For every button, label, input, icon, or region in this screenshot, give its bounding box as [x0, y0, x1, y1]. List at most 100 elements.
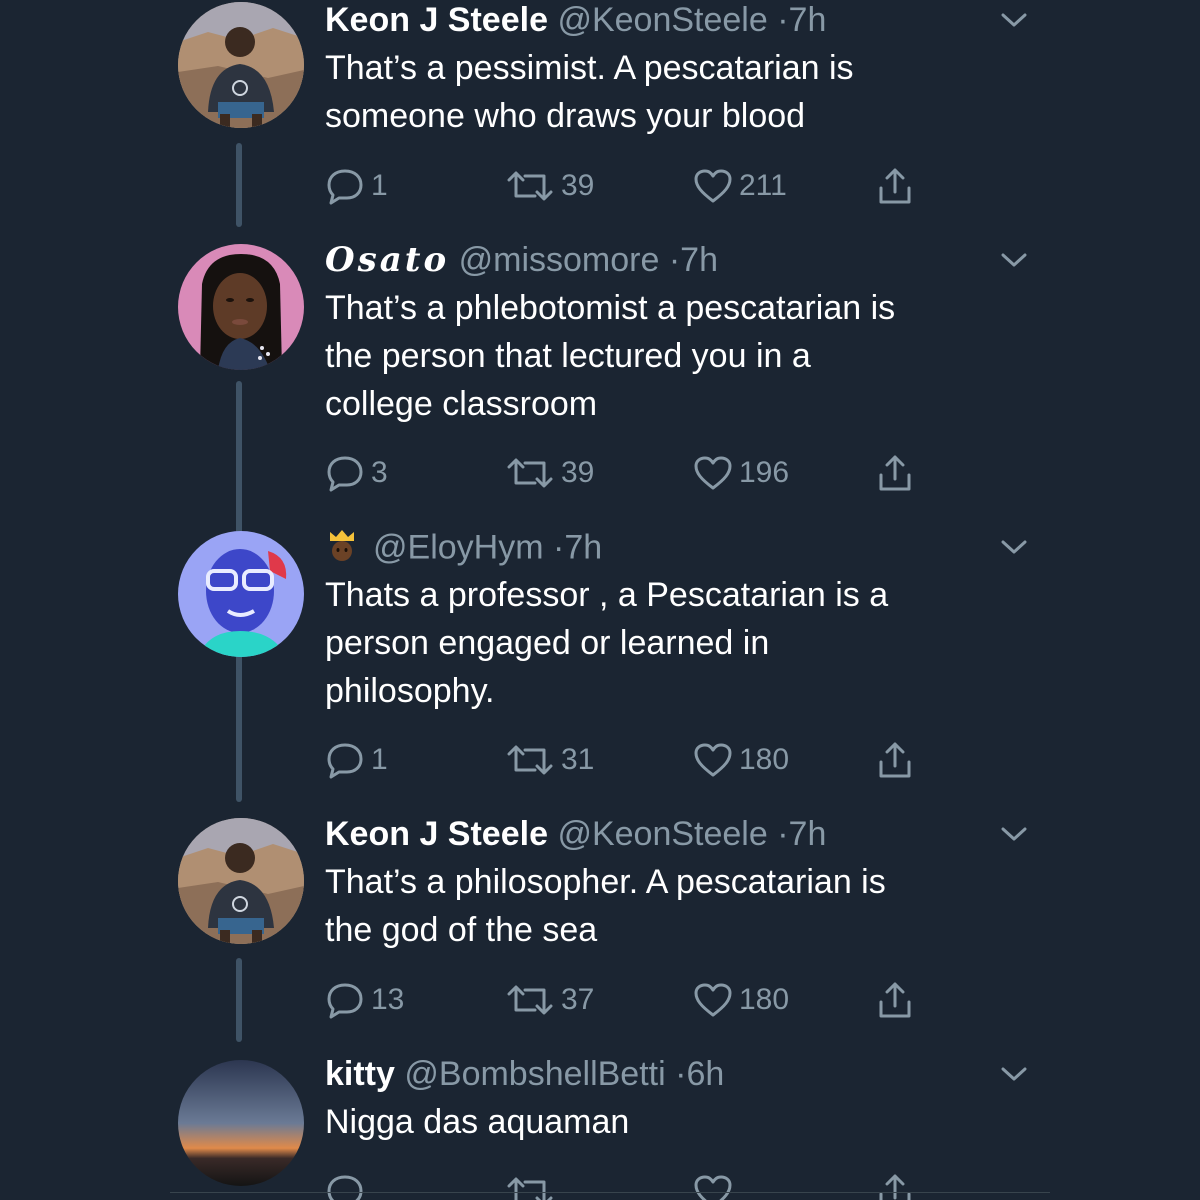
reply-button[interactable]: 13: [325, 980, 404, 1020]
display-name[interactable]: kitty: [325, 1055, 395, 1093]
tweet-header: Osato @missomore ·7h: [325, 240, 718, 280]
share-icon: [879, 742, 911, 778]
heart-icon: [694, 456, 732, 490]
chevron-down-icon[interactable]: [1000, 1064, 1028, 1084]
tweet-text-line: That’s a philosopher. A pescatarian is: [325, 863, 886, 901]
tweet-text-line: Nigga das aquaman: [325, 1103, 630, 1141]
tweet-header: kitty @BombshellBetti ·6h: [325, 1054, 724, 1094]
tweet-text-line: the person that lectured you in a: [325, 337, 811, 375]
avatar[interactable]: [178, 1060, 304, 1186]
thread-line: [236, 143, 242, 227]
share-button[interactable]: [875, 1172, 915, 1200]
handle[interactable]: @KeonSteele: [557, 815, 767, 853]
display-name[interactable]: Keon J Steele: [325, 815, 548, 853]
avatar[interactable]: [178, 531, 304, 657]
reply-button[interactable]: 3: [325, 453, 388, 493]
retweet-count: 37: [561, 983, 595, 1016]
retweet-icon: [507, 171, 553, 201]
handle[interactable]: @EloyHym: [373, 528, 544, 566]
retweet-icon: [507, 1177, 553, 1200]
like-button[interactable]: 180: [693, 980, 789, 1020]
divider: [170, 1192, 1050, 1193]
share-button[interactable]: [875, 453, 915, 493]
tweet-header: Keon J Steele @KeonSteele ·7h: [325, 814, 826, 854]
handle[interactable]: @KeonSteele: [557, 1, 767, 39]
tweet-text-line: philosophy.: [325, 672, 495, 710]
tweet-text-line: Thats a professor , a Pescatarian is a: [325, 576, 889, 614]
heart-icon: [694, 983, 732, 1017]
timestamp[interactable]: 6h: [686, 1055, 724, 1093]
chevron-down-icon[interactable]: [1000, 10, 1028, 30]
reply-button[interactable]: 1: [325, 166, 388, 206]
reply-count: 1: [371, 743, 388, 776]
like-button[interactable]: 211: [693, 166, 787, 206]
retweet-button[interactable]: 39: [505, 453, 594, 493]
share-button[interactable]: [875, 980, 915, 1020]
reply-count: 13: [371, 983, 405, 1016]
tweet-text: Nigga das aquaman: [325, 1098, 1025, 1146]
separator-dot: ·: [777, 815, 789, 853]
reply-count: 3: [371, 456, 388, 489]
share-icon: [879, 982, 911, 1018]
retweet-icon: [507, 458, 553, 488]
heart-icon: [694, 743, 732, 777]
avatar[interactable]: [178, 244, 304, 370]
separator-dot: ·: [777, 1, 789, 39]
tweet-header: Keon J Steele @KeonSteele ·7h: [325, 0, 826, 40]
tweet-thread: Keon J Steele @KeonSteele ·7h That’s a p…: [0, 0, 1200, 1200]
retweet-count: 39: [561, 169, 595, 202]
tweet-text: That’s a phlebotomist a pescatarian is t…: [325, 284, 1025, 428]
reply-icon: [327, 983, 363, 1019]
retweet-button[interactable]: 31: [505, 740, 594, 780]
share-icon: [879, 455, 911, 491]
retweet-icon: [507, 745, 553, 775]
tweet-actions: 1 39 211: [325, 166, 945, 206]
reply-icon: [327, 1175, 363, 1200]
display-name[interactable]: Keon J Steele: [325, 1, 548, 39]
share-icon: [879, 1174, 911, 1200]
chevron-down-icon[interactable]: [1000, 250, 1028, 270]
retweet-count: 31: [561, 743, 595, 776]
tweet-actions: [325, 1172, 945, 1200]
reply-button[interactable]: 1: [325, 740, 388, 780]
retweet-count: 39: [561, 456, 595, 489]
like-count: 196: [739, 456, 790, 489]
handle[interactable]: @BombshellBetti: [404, 1055, 665, 1093]
share-button[interactable]: [875, 166, 915, 206]
crown-emoji-icon: [325, 527, 359, 572]
timestamp[interactable]: 7h: [680, 241, 718, 279]
tweet[interactable]: kitty @BombshellBetti ·6h Nigga das aqua…: [0, 1054, 1200, 1200]
reply-icon: [327, 743, 363, 779]
like-button[interactable]: 196: [693, 453, 789, 493]
separator-dot: ·: [675, 1055, 687, 1093]
tweet-header: @EloyHym ·7h: [325, 527, 602, 567]
reply-count: 1: [371, 169, 388, 202]
tweet-text-line: someone who draws your blood: [325, 97, 806, 135]
share-icon: [879, 168, 911, 204]
display-name[interactable]: Osato: [325, 240, 449, 280]
tweet-text: That’s a pessimist. A pescatarian is som…: [325, 44, 1025, 140]
timestamp[interactable]: 7h: [789, 815, 827, 853]
tweet-text: That’s a philosopher. A pescatarian is t…: [325, 858, 1025, 954]
tweet-actions: 1 31 180: [325, 740, 945, 780]
thread-line: [236, 958, 242, 1042]
tweet-actions: 13 37 180: [325, 980, 945, 1020]
chevron-down-icon[interactable]: [1000, 537, 1028, 557]
reply-button[interactable]: [325, 1172, 365, 1200]
tweet-actions: 3 39 196: [325, 453, 945, 493]
timestamp[interactable]: 7h: [789, 1, 827, 39]
like-button[interactable]: 180: [693, 740, 789, 780]
avatar[interactable]: [178, 818, 304, 944]
retweet-button[interactable]: 37: [505, 980, 594, 1020]
chevron-down-icon[interactable]: [1000, 824, 1028, 844]
separator-dot: ·: [668, 241, 681, 279]
like-count: 180: [739, 983, 790, 1016]
tweet-text-line: That’s a phlebotomist a pescatarian is: [325, 289, 896, 327]
retweet-button[interactable]: [505, 1172, 555, 1200]
avatar[interactable]: [178, 2, 304, 128]
like-button[interactable]: [693, 1172, 733, 1200]
timestamp[interactable]: 7h: [564, 528, 602, 566]
handle[interactable]: @missomore: [459, 241, 660, 279]
retweet-button[interactable]: 39: [505, 166, 594, 206]
share-button[interactable]: [875, 740, 915, 780]
